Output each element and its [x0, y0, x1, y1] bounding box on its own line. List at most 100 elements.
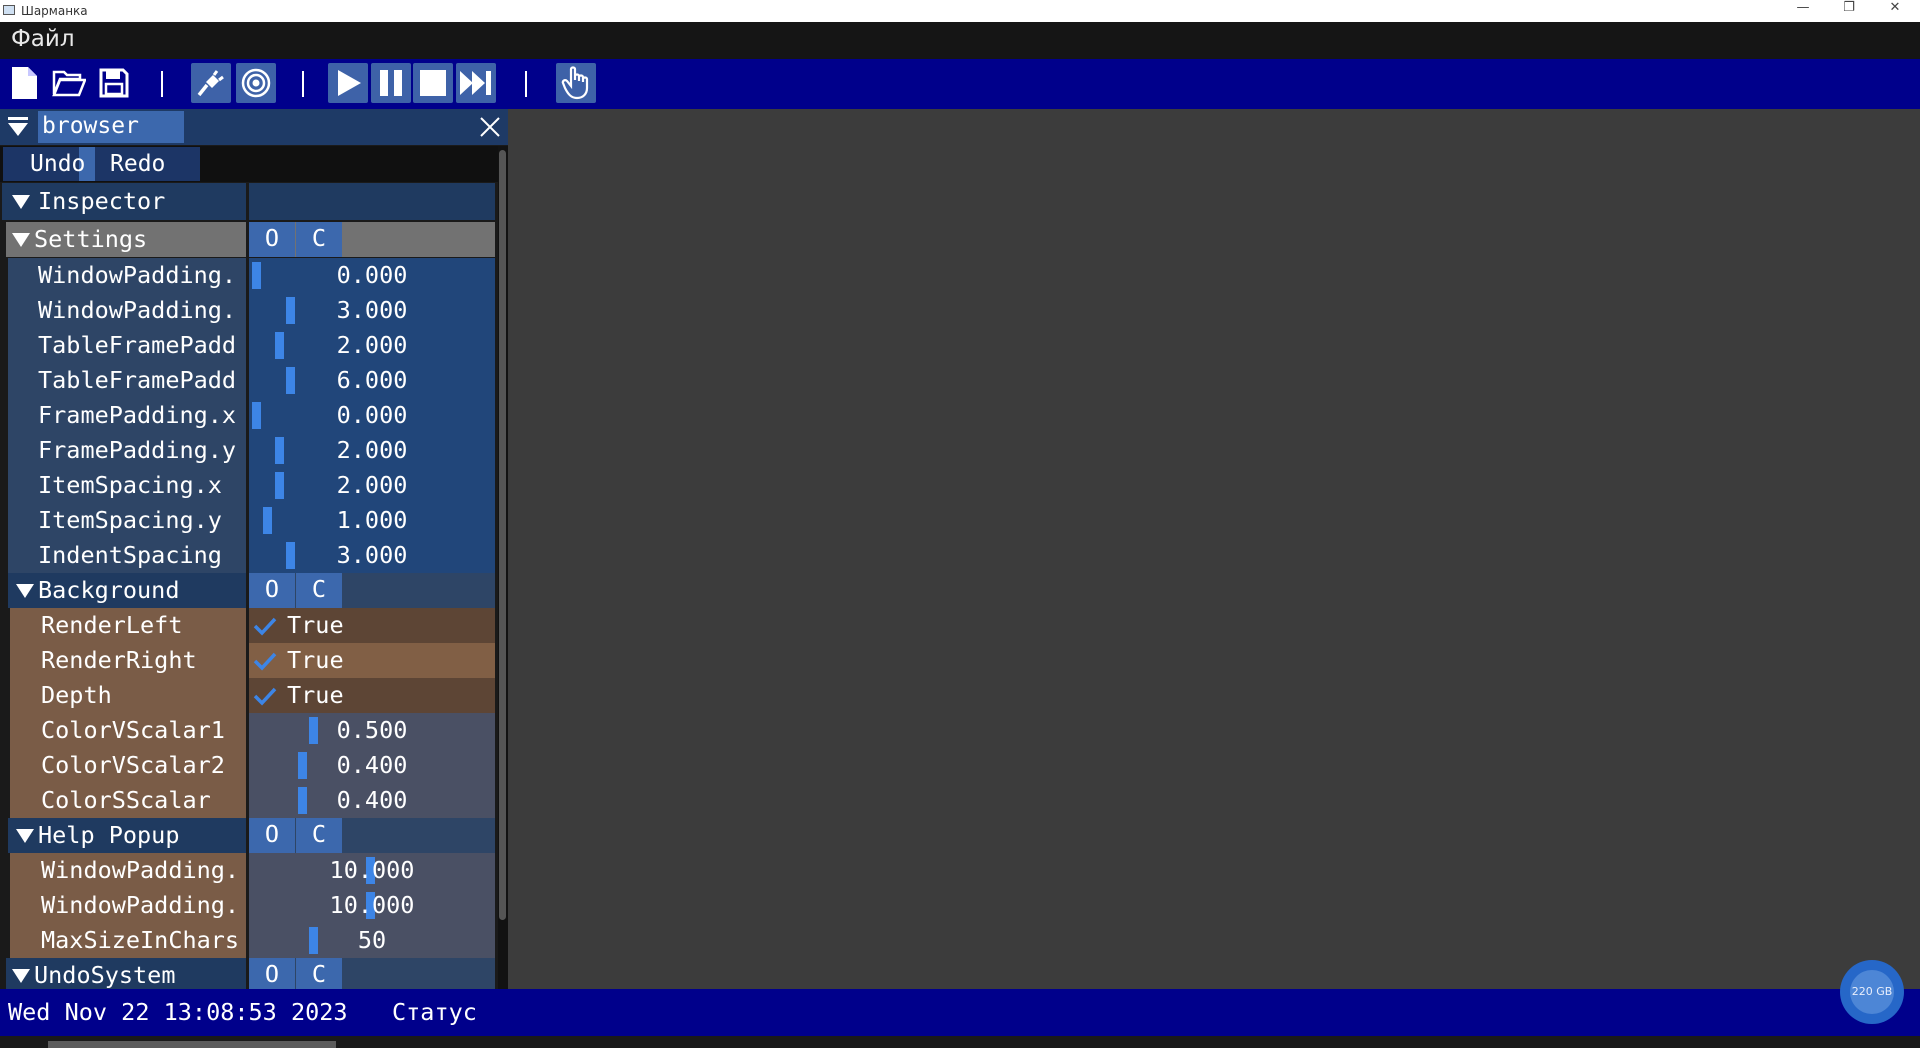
section-help-popup-header[interactable]: Help Popup O C	[0, 818, 496, 853]
setting-slider[interactable]: 0.400	[249, 783, 495, 818]
section-background-title: Background	[8, 573, 246, 608]
section-background-header[interactable]: Background O C	[0, 573, 496, 608]
setting-slider[interactable]: 3.000	[249, 293, 495, 328]
setting-name-label: IndentSpacing	[38, 541, 222, 569]
setting-slider[interactable]: 6.000	[249, 363, 495, 398]
open-all-button[interactable]: O	[249, 222, 295, 257]
section-undo-system-header[interactable]: UndoSystem O C	[0, 958, 496, 989]
target-icon[interactable]	[236, 63, 276, 103]
inspector-title: Inspector	[2, 183, 246, 220]
open-folder-icon[interactable]	[49, 63, 89, 103]
setting-slider[interactable]: 3.000	[249, 538, 495, 573]
slider-grab[interactable]	[275, 332, 284, 359]
pause-icon[interactable]	[371, 63, 411, 103]
disk-usage-badge[interactable]: 220 GB	[1840, 960, 1904, 1024]
setting-row[interactable]: ItemSpacing.y 1.000	[0, 503, 496, 538]
setting-row[interactable]: IndentSpacing 3.000	[0, 538, 496, 573]
slider-grab[interactable]	[309, 717, 318, 744]
app-icon	[3, 5, 15, 15]
setting-slider[interactable]: 10.000	[249, 853, 495, 888]
setting-name: WindowPadding.	[10, 888, 246, 923]
setting-name-label: TableFramePadd	[38, 366, 237, 394]
menu-file[interactable]: Файл	[11, 26, 75, 52]
setting-row[interactable]: ColorSScalar 0.400	[0, 783, 496, 818]
setting-name: TableFramePadd	[8, 328, 246, 363]
setting-row[interactable]: WindowPadding. 10.000	[0, 888, 496, 923]
new-file-icon[interactable]	[4, 63, 44, 103]
setting-row[interactable]: FramePadding.x 0.000	[0, 398, 496, 433]
slider-grab[interactable]	[309, 927, 318, 954]
panel-menu-icon[interactable]	[6, 115, 30, 139]
setting-slider[interactable]: 10.000	[249, 888, 495, 923]
scrollbar-thumb[interactable]	[499, 150, 506, 920]
close-icon[interactable]	[476, 113, 504, 141]
inspector-header[interactable]: Inspector	[0, 183, 496, 220]
setting-row[interactable]: FramePadding.y 2.000	[0, 433, 496, 468]
setting-name-label: Depth	[41, 681, 112, 709]
bool-checkbox[interactable]: True	[249, 678, 495, 713]
setting-slider[interactable]: 1.000	[249, 503, 495, 538]
setting-slider[interactable]: 2.000	[249, 468, 495, 503]
slider-grab[interactable]	[286, 297, 295, 324]
close-all-button[interactable]: C	[296, 818, 342, 853]
redo-button[interactable]: Redo	[110, 151, 165, 177]
save-icon[interactable]	[94, 63, 134, 103]
setting-row[interactable]: ColorVScalar2 0.400	[0, 748, 496, 783]
minimize-icon[interactable]: —	[1780, 0, 1826, 22]
bool-row[interactable]: RenderLeft True	[0, 608, 496, 643]
setting-row[interactable]: TableFramePadd 2.000	[0, 328, 496, 363]
slider-grab[interactable]	[298, 787, 307, 814]
restore-icon[interactable]: ❐	[1826, 0, 1872, 22]
setting-row[interactable]: TableFramePadd 6.000	[0, 363, 496, 398]
slider-grab[interactable]	[275, 472, 284, 499]
setting-row[interactable]: ItemSpacing.x 2.000	[0, 468, 496, 503]
setting-slider[interactable]: 50	[249, 923, 495, 958]
setting-slider[interactable]: 0.400	[249, 748, 495, 783]
slider-grab[interactable]	[275, 437, 284, 464]
setting-slider[interactable]: 0.500	[249, 713, 495, 748]
setting-name-label: WindowPadding.	[41, 891, 240, 919]
setting-row[interactable]: MaxSizeInChars 50	[0, 923, 496, 958]
close-all-button[interactable]: C	[296, 222, 342, 257]
undo-button[interactable]: Undo	[30, 151, 85, 177]
bool-row[interactable]: RenderRight True	[0, 643, 496, 678]
setting-slider[interactable]: 2.000	[249, 433, 495, 468]
panel-scrollbar[interactable]	[498, 146, 508, 989]
horizontal-scrollbar-thumb[interactable]	[48, 1041, 336, 1048]
open-all-button[interactable]: O	[249, 958, 295, 989]
setting-slider[interactable]: 0.000	[249, 258, 495, 293]
slider-grab[interactable]	[286, 367, 295, 394]
skip-forward-icon[interactable]	[456, 63, 496, 103]
stop-icon[interactable]	[413, 63, 453, 103]
setting-row[interactable]: WindowPadding. 0.000	[0, 258, 496, 293]
bool-checkbox[interactable]: True	[249, 608, 495, 643]
setting-name: Depth	[10, 678, 246, 713]
close-all-button[interactable]: C	[296, 958, 342, 989]
slider-grab[interactable]	[252, 402, 261, 429]
slider-grab[interactable]	[286, 542, 295, 569]
slider-grab[interactable]	[252, 262, 261, 289]
section-undo-system-buttons: O C	[249, 958, 495, 989]
tab-browser[interactable]: browser	[38, 111, 184, 143]
slider-grab[interactable]	[298, 752, 307, 779]
setting-row[interactable]: ColorVScalar1 0.500	[0, 713, 496, 748]
setting-row[interactable]: WindowPadding. 10.000	[0, 853, 496, 888]
play-icon[interactable]	[328, 63, 368, 103]
bool-checkbox[interactable]: True	[249, 643, 495, 678]
plug-icon[interactable]	[191, 63, 231, 103]
open-all-button[interactable]: O	[249, 818, 295, 853]
setting-slider[interactable]: 0.000	[249, 398, 495, 433]
setting-row[interactable]: WindowPadding. 3.000	[0, 293, 496, 328]
section-settings-header[interactable]: Settings O C	[0, 222, 496, 257]
open-all-button[interactable]: O	[249, 573, 295, 608]
expand-arrow-icon	[12, 233, 30, 247]
setting-value: 0.000	[336, 261, 408, 289]
setting-value: 2.000	[336, 436, 408, 464]
bool-row[interactable]: Depth True	[0, 678, 496, 713]
slider-grab[interactable]	[263, 507, 272, 534]
setting-slider[interactable]: 2.000	[249, 328, 495, 363]
close-all-button[interactable]: C	[296, 573, 342, 608]
close-icon[interactable]: ✕	[1872, 0, 1918, 22]
hand-pointer-icon[interactable]	[556, 63, 596, 103]
taskbar-strip	[0, 1036, 1920, 1048]
